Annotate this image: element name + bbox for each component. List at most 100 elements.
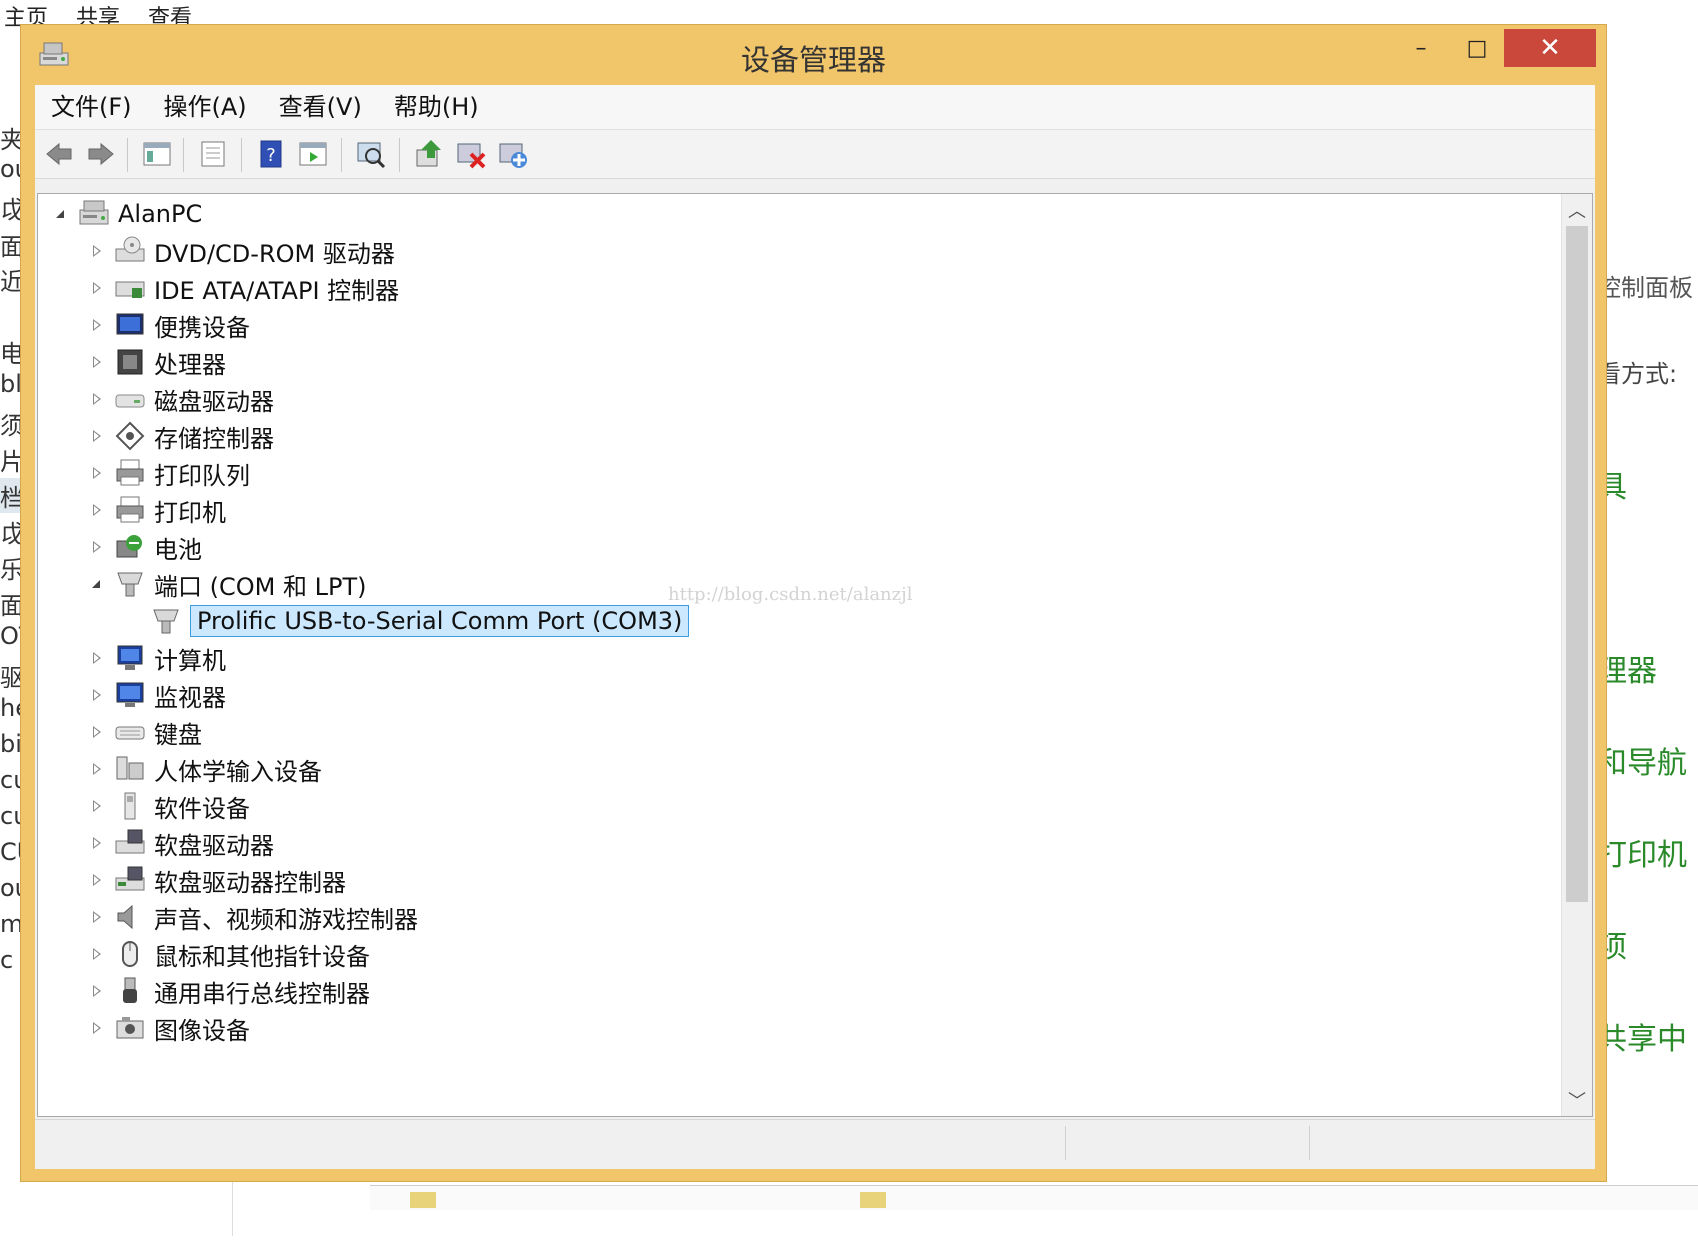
status-bar-divider (1309, 1126, 1310, 1160)
expand-arrow-icon[interactable] (90, 688, 104, 702)
expand-arrow-icon[interactable] (90, 910, 104, 924)
scroll-up-button[interactable]: ︿ (1562, 194, 1592, 226)
vertical-scrollbar[interactable]: ︿ ﹀ (1561, 194, 1592, 1116)
menu-view[interactable]: 查看(V) (263, 85, 378, 129)
expand-arrow-icon[interactable] (90, 503, 104, 517)
expand-arrow-icon[interactable] (90, 281, 104, 295)
expand-arrow-icon[interactable] (90, 725, 104, 739)
tree-category-item[interactable]: 便携设备 (90, 307, 250, 343)
close-button[interactable]: ✕ (1504, 29, 1596, 67)
expand-arrow-icon[interactable] (90, 799, 104, 813)
expand-arrow-icon[interactable] (90, 651, 104, 665)
tree-category-item[interactable]: 软件设备 (90, 788, 250, 824)
menu-file[interactable]: 文件(F) (35, 85, 148, 129)
tree-category-item[interactable]: 处理器 (90, 344, 226, 380)
maximize-button[interactable]: □ (1457, 29, 1497, 67)
collapse-arrow-icon[interactable] (90, 577, 104, 591)
run-icon[interactable] (297, 138, 329, 170)
monitor-icon (116, 682, 144, 707)
tree-category-item[interactable]: 监视器 (90, 677, 226, 713)
background-nav-item: 须 (0, 412, 22, 440)
computer-icon (79, 200, 109, 225)
expand-arrow-icon[interactable] (90, 762, 104, 776)
tree-item-label: 电池 (154, 535, 202, 564)
tree-category-item[interactable]: 软盘驱动器 (90, 825, 274, 861)
toolbar-separator (399, 138, 400, 172)
tree-category-item[interactable]: 键盘 (90, 714, 202, 750)
expand-arrow-icon[interactable] (90, 355, 104, 369)
background-nav-pane: 夹ou戉面近访电ble须片档戉乐面OT驱hebicucuCUoumc I (0, 40, 22, 1240)
menu-help[interactable]: 帮助(H) (378, 85, 495, 129)
tree-item-label: 软盘驱动器 (154, 831, 274, 860)
print-queue-icon (116, 459, 144, 486)
tree-category-item[interactable]: 通用串行总线控制器 (90, 973, 370, 1009)
tree-item-label: 计算机 (154, 646, 226, 675)
update-driver-icon[interactable] (413, 138, 445, 170)
expand-arrow-icon[interactable] (90, 244, 104, 258)
processor-icon (117, 349, 143, 375)
background-nav-item: ou (0, 874, 22, 902)
printer-icon (116, 496, 144, 523)
disable-device-icon[interactable] (455, 138, 487, 170)
scan-hardware-icon[interactable] (355, 138, 387, 170)
leaf-spacer (126, 614, 140, 628)
tree-root-computer[interactable]: AlanPC (54, 196, 202, 232)
tree-category-item[interactable]: 人体学输入设备 (90, 751, 322, 787)
tree-device-item[interactable]: Prolific USB-to-Serial Comm Port (COM3) (126, 603, 690, 639)
port-icon (117, 572, 143, 597)
background-nav-item: 档 (0, 478, 22, 513)
tree-category-item[interactable]: 磁盘驱动器 (90, 381, 274, 417)
expand-arrow-icon[interactable] (90, 429, 104, 443)
minimize-button[interactable]: – (1401, 29, 1441, 67)
expand-arrow-icon[interactable] (90, 466, 104, 480)
tree-category-item[interactable]: 声音、视频和游戏控制器 (90, 899, 418, 935)
properties-icon[interactable] (197, 138, 229, 170)
tree-item-label: 处理器 (154, 350, 226, 379)
scroll-down-button[interactable]: ﹀ (1562, 1084, 1592, 1116)
background-control-panel-link: 打印机 (1597, 838, 1687, 873)
usb-icon (123, 977, 137, 1003)
device-tree[interactable]: http://blog.csdn.net/alanzjl ︿ ﹀ AlanPC D… (37, 193, 1593, 1117)
tree-category-item[interactable]: 端口 (COM 和 LPT) (90, 566, 366, 602)
tree-category-item[interactable]: 存储控制器 (90, 418, 274, 454)
show-hide-tree-icon[interactable] (141, 138, 173, 170)
expand-arrow-icon[interactable] (90, 947, 104, 961)
expand-arrow-icon[interactable] (90, 984, 104, 998)
collapse-arrow-icon[interactable] (54, 207, 68, 221)
tree-category-item[interactable]: 鼠标和其他指针设备 (90, 936, 370, 972)
background-nav-item: c I (0, 946, 22, 974)
expand-arrow-icon[interactable] (90, 836, 104, 850)
tree-category-item[interactable]: 图像设备 (90, 1010, 250, 1046)
tree-category-item[interactable]: IDE ATA/ATAPI 控制器 (90, 270, 399, 306)
expand-arrow-icon[interactable] (90, 1021, 104, 1035)
background-nav-item: cu (0, 802, 22, 830)
background-nav-item: bi (0, 730, 22, 758)
floppy-drive-icon (115, 829, 145, 854)
forward-arrow-icon[interactable] (85, 138, 117, 170)
toolbar-separator (127, 138, 128, 172)
scroll-thumb[interactable] (1566, 226, 1588, 902)
background-nav-item: m (0, 910, 22, 938)
tree-category-item[interactable]: 电池 (90, 529, 202, 565)
dvd-drive-icon (115, 236, 145, 262)
tree-item-label: 键盘 (154, 720, 202, 749)
background-nav-item: CU (0, 838, 22, 866)
background-nav-item: he (0, 694, 22, 722)
expand-arrow-icon[interactable] (90, 873, 104, 887)
title-bar[interactable]: 设备管理器 – □ ✕ (21, 25, 1606, 85)
device-manager-window: 设备管理器 – □ ✕ 文件(F) 操作(A) 查看(V) 帮助(H) ? ht… (20, 24, 1607, 1182)
tree-category-item[interactable]: 软盘驱动器控制器 (90, 862, 346, 898)
expand-arrow-icon[interactable] (90, 318, 104, 332)
expand-arrow-icon[interactable] (90, 540, 104, 554)
back-arrow-icon[interactable] (43, 138, 75, 170)
tree-category-item[interactable]: DVD/CD-ROM 驱动器 (90, 233, 395, 269)
tree-category-item[interactable]: 打印队列 (90, 455, 250, 491)
uninstall-device-icon[interactable] (497, 138, 529, 170)
toolbar-separator (183, 138, 184, 172)
tree-category-item[interactable]: 打印机 (90, 492, 226, 528)
expand-arrow-icon[interactable] (90, 392, 104, 406)
menu-action[interactable]: 操作(A) (148, 85, 263, 129)
window-title: 设备管理器 (740, 43, 886, 77)
tree-category-item[interactable]: 计算机 (90, 640, 226, 676)
help-icon[interactable]: ? (255, 138, 287, 170)
